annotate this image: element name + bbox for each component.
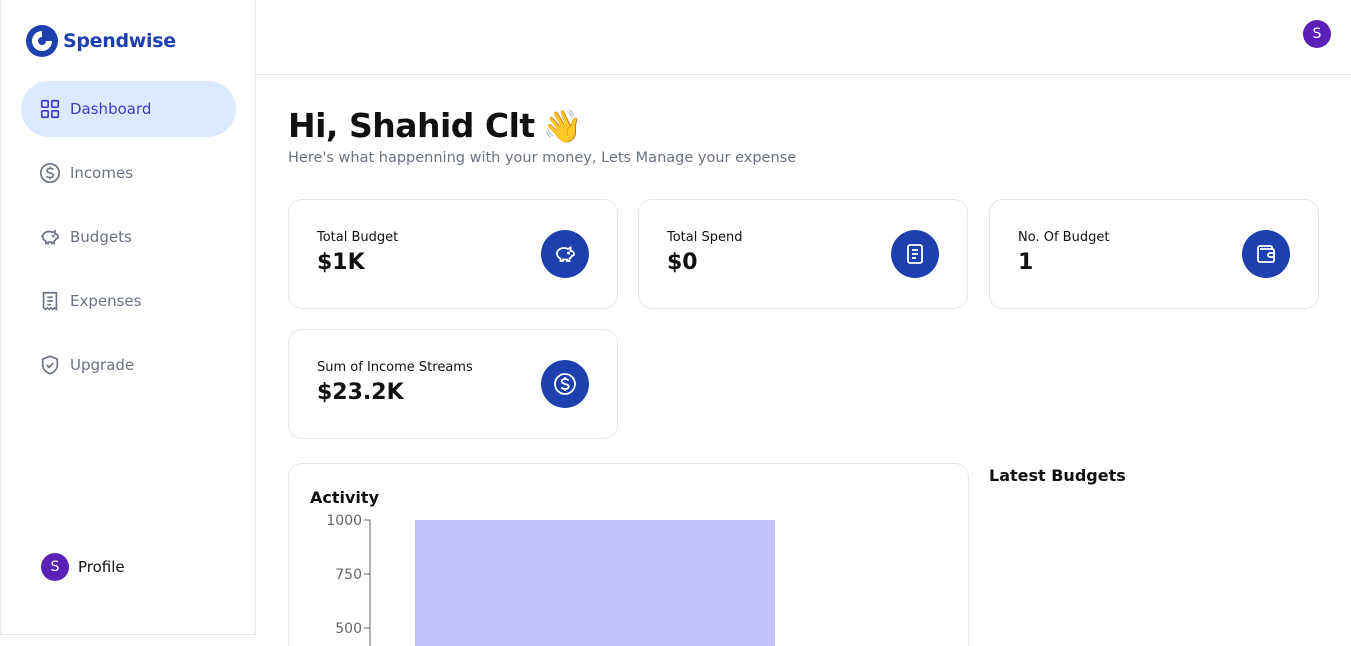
dollar-circle-icon bbox=[541, 360, 589, 408]
greeting: Hi, Shahid Clt 👋 bbox=[288, 106, 583, 145]
app-name: Spendwise bbox=[63, 30, 176, 52]
card-value: $0 bbox=[667, 250, 698, 275]
sidebar-item-label: Dashboard bbox=[70, 100, 152, 118]
total-budget-card: Total Budget $1K bbox=[288, 199, 618, 309]
sidebar: Spendwise Dashboard Incomes Budgets Expe… bbox=[0, 0, 256, 635]
latest-budgets-title: Latest Budgets bbox=[989, 466, 1126, 485]
sidebar-item-upgrade[interactable]: Upgrade bbox=[21, 337, 236, 393]
dashboard-icon bbox=[39, 98, 61, 120]
avatar: S bbox=[41, 553, 69, 581]
receipt-icon bbox=[891, 230, 939, 278]
chart-bar[interactable] bbox=[415, 520, 775, 646]
piggy-bank-icon bbox=[39, 226, 61, 248]
card-label: Sum of Income Streams bbox=[317, 360, 473, 375]
shield-check-icon bbox=[39, 354, 61, 376]
sidebar-nav: Dashboard Incomes Budgets Expenses Upgra… bbox=[21, 81, 236, 401]
budget-count-card: No. Of Budget 1 bbox=[989, 199, 1319, 309]
page-title: Hi, Shahid Clt bbox=[288, 106, 535, 145]
app-logo[interactable]: Spendwise bbox=[25, 24, 176, 58]
piggy-bank-icon bbox=[541, 230, 589, 278]
y-tick-label: 500 bbox=[335, 621, 362, 637]
profile-label: Profile bbox=[78, 558, 125, 576]
card-label: Total Spend bbox=[667, 230, 743, 245]
dollar-circle-icon bbox=[39, 162, 61, 184]
activity-chart-card: Activity 1000 750 500 bbox=[288, 463, 969, 646]
sidebar-item-dashboard[interactable]: Dashboard bbox=[21, 81, 236, 137]
card-label: No. Of Budget bbox=[1018, 230, 1110, 245]
y-tick-label: 750 bbox=[335, 567, 362, 583]
card-value: $23.2K bbox=[317, 380, 404, 405]
y-tick-label: 1000 bbox=[326, 513, 362, 529]
receipt-icon bbox=[39, 290, 61, 312]
card-value: 1 bbox=[1018, 250, 1034, 275]
income-streams-card: Sum of Income Streams $23.2K bbox=[288, 329, 618, 439]
user-avatar-button[interactable]: S bbox=[1303, 20, 1331, 48]
sidebar-item-incomes[interactable]: Incomes bbox=[21, 145, 236, 201]
card-value: $1K bbox=[317, 250, 365, 275]
sidebar-item-label: Budgets bbox=[70, 228, 132, 246]
sidebar-item-label: Upgrade bbox=[70, 356, 135, 374]
sidebar-item-label: Expenses bbox=[70, 292, 142, 310]
page-subtitle: Here's what happenning with your money, … bbox=[288, 150, 797, 166]
activity-chart: 1000 750 500 bbox=[326, 513, 775, 646]
sidebar-item-expenses[interactable]: Expenses bbox=[21, 273, 236, 329]
logo-icon bbox=[26, 25, 58, 57]
total-spend-card: Total Spend $0 bbox=[638, 199, 968, 309]
sidebar-item-label: Incomes bbox=[70, 164, 134, 182]
card-label: Total Budget bbox=[317, 230, 399, 245]
wallet-icon bbox=[1242, 230, 1290, 278]
profile-link[interactable]: S Profile bbox=[41, 553, 125, 581]
top-header: S bbox=[256, 0, 1351, 75]
sidebar-item-budgets[interactable]: Budgets bbox=[21, 209, 236, 265]
waving-hand-icon: 👋 bbox=[542, 106, 583, 145]
